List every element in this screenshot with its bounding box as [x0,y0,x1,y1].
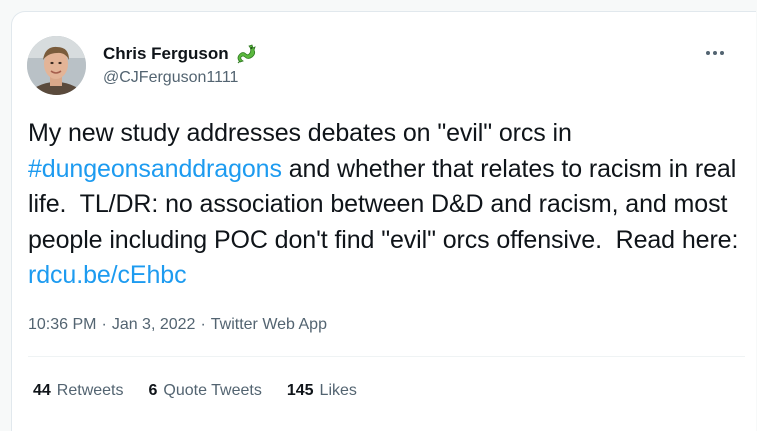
user-handle[interactable]: @CJFerguson1111 [103,67,258,89]
tweet-text-part1: My new study addresses debates on "evil"… [28,119,579,147]
meta-separator: · [101,316,107,333]
tweet-text: My new study addresses debates on "evil"… [28,116,744,294]
retweets-count: 44 [33,382,51,399]
retweets-label: Retweets [56,382,124,399]
dragon-emoji-icon [234,42,258,66]
name-row: Chris Ferguson [103,42,258,66]
likes-stat[interactable]: 145 Likes [287,380,357,402]
likes-label: Likes [319,382,357,399]
tweet-date[interactable]: Jan 3, 2022 [112,314,196,336]
meta-separator: · [200,316,206,333]
tweet-card: Chris Ferguson @CJFerguson1111 My new st… [11,11,756,431]
quote-tweets-stat[interactable]: 6 Quote Tweets [149,380,262,402]
more-options-button[interactable] [701,42,729,64]
avatar-photo [27,36,86,95]
tweet-metadata: 10:36 PM · Jan 3, 2022 · Twitter Web App [28,314,327,336]
divider [28,356,745,357]
display-name[interactable]: Chris Ferguson [103,43,229,65]
quote-tweets-count: 6 [148,382,158,399]
tweet-author: Chris Ferguson @CJFerguson1111 [103,42,258,89]
more-horizontal-icon [706,51,724,55]
avatar[interactable] [27,36,86,95]
tweet-time[interactable]: 10:36 PM [28,314,96,336]
hashtag-link[interactable]: #dungeonsanddragons [28,155,282,183]
tweet-source[interactable]: Twitter Web App [211,314,327,336]
engagement-stats: 44 Retweets 6 Quote Tweets 145 Likes [33,380,382,402]
quote-tweets-label: Quote Tweets [163,382,262,399]
likes-count: 145 [286,382,314,399]
retweets-stat[interactable]: 44 Retweets [33,380,124,402]
article-link[interactable]: rdcu.be/cEhbc [28,261,187,289]
